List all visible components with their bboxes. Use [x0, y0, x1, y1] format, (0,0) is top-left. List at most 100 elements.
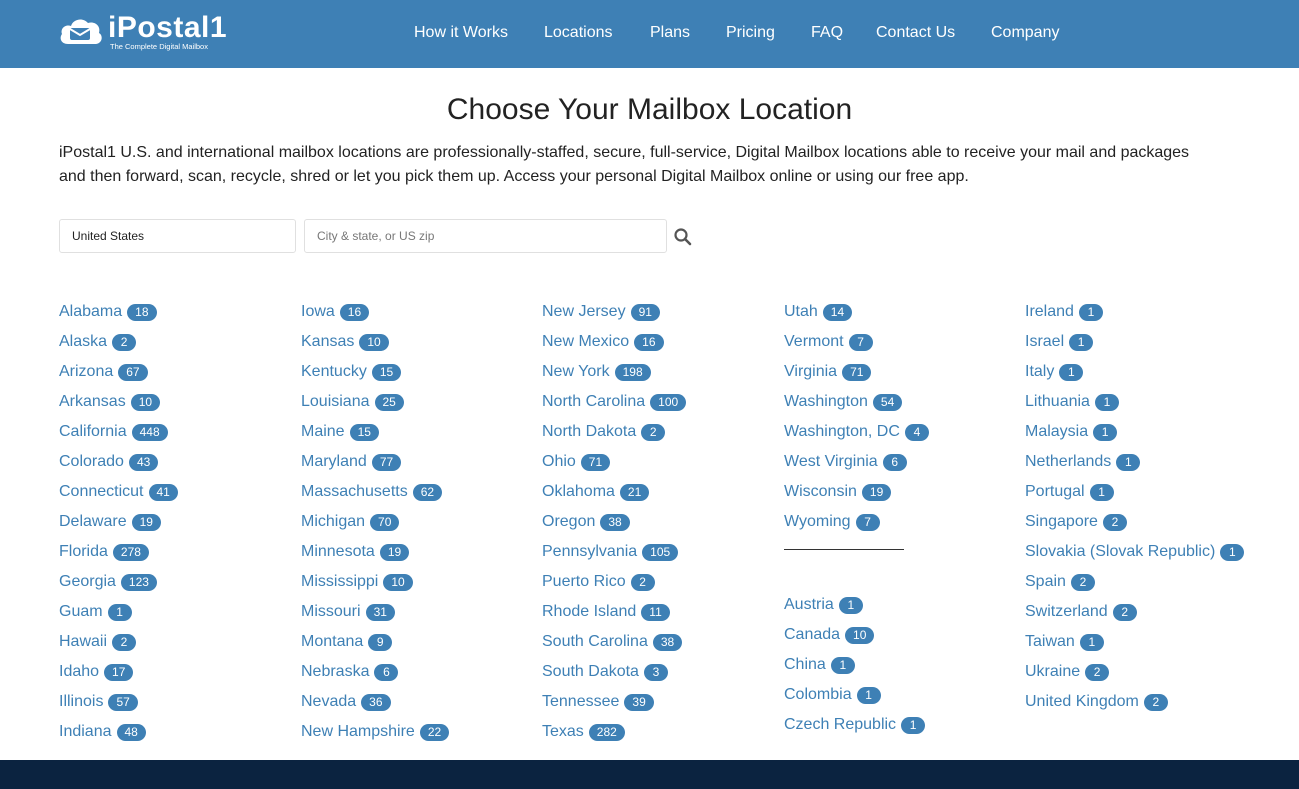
location-link[interactable]: Slovakia (Slovak Republic) 1	[1025, 537, 1245, 567]
nav-faq[interactable]: FAQ	[811, 23, 843, 43]
location-name: Mississippi	[301, 573, 379, 590]
location-count-badge: 1	[1078, 303, 1103, 321]
location-link[interactable]: Maine 15	[301, 417, 449, 447]
location-link[interactable]: Kentucky 15	[301, 357, 449, 387]
location-search-input[interactable]	[304, 219, 667, 253]
location-link[interactable]: Portugal 1	[1025, 477, 1244, 507]
nav-plans[interactable]: Plans	[650, 23, 690, 43]
location-link[interactable]: Canada 10	[784, 620, 929, 650]
location-count-badge: 2	[1102, 513, 1127, 531]
location-link[interactable]: China 1	[784, 650, 929, 680]
location-link[interactable]: Wyoming 7	[784, 507, 929, 537]
location-link[interactable]: Oregon 38	[542, 507, 686, 537]
location-count-badge: 100	[650, 393, 687, 411]
location-link[interactable]: Netherlands 1	[1025, 447, 1244, 477]
location-link[interactable]: Indiana 48	[59, 717, 178, 747]
location-link[interactable]: Hawaii 2	[59, 627, 178, 657]
location-link[interactable]: Illinois 57	[59, 687, 178, 717]
location-name: Arkansas	[59, 393, 126, 410]
location-link[interactable]: Arizona 67	[59, 357, 178, 387]
location-link[interactable]: New Mexico 16	[542, 327, 686, 357]
location-link[interactable]: Virginia 71	[784, 357, 929, 387]
location-link[interactable]: West Virginia 6	[784, 447, 929, 477]
location-link[interactable]: Utah 14	[784, 297, 929, 327]
location-link[interactable]: Florida 278	[59, 537, 178, 567]
location-link[interactable]: Alaska 2	[59, 327, 178, 357]
search-icon[interactable]	[673, 227, 693, 247]
location-count-badge: 10	[359, 333, 389, 351]
location-link[interactable]: Oklahoma 21	[542, 477, 686, 507]
location-link[interactable]: Pennsylvania 105	[542, 537, 686, 567]
location-name: Illinois	[59, 693, 104, 710]
location-link[interactable]: Puerto Rico 2	[542, 567, 686, 597]
location-link[interactable]: Ohio 71	[542, 447, 686, 477]
nav-locations[interactable]: Locations	[544, 23, 613, 43]
location-link[interactable]: New York 198	[542, 357, 686, 387]
location-link[interactable]: Texas 282	[542, 717, 686, 747]
location-link[interactable]: Austria 1	[784, 590, 929, 620]
location-count-badge: 48	[116, 723, 146, 741]
location-link[interactable]: Connecticut 41	[59, 477, 178, 507]
location-link[interactable]: Tennessee 39	[542, 687, 686, 717]
location-link[interactable]: Missouri 31	[301, 597, 449, 627]
location-link[interactable]: Ireland 1	[1025, 297, 1244, 327]
location-link[interactable]: California 448	[59, 417, 178, 447]
location-link[interactable]: Vermont 7	[784, 327, 929, 357]
location-link[interactable]: Nevada 36	[301, 687, 449, 717]
location-count-badge: 2	[1070, 573, 1095, 591]
location-count-badge: 71	[580, 453, 611, 471]
nav-pricing[interactable]: Pricing	[726, 23, 775, 43]
location-link[interactable]: South Dakota 3	[542, 657, 686, 687]
location-link[interactable]: Lithuania 1	[1025, 387, 1244, 417]
location-link[interactable]: Arkansas 10	[59, 387, 178, 417]
location-link[interactable]: Italy 1	[1025, 357, 1244, 387]
location-count-badge: 123	[120, 573, 157, 591]
location-link[interactable]: Minnesota 19	[301, 537, 449, 567]
location-link[interactable]: New Hampshire 22	[301, 717, 450, 747]
location-link[interactable]: Spain 2	[1025, 567, 1244, 597]
country-select[interactable]: United States	[59, 219, 296, 253]
location-link[interactable]: New Jersey 91	[542, 297, 686, 327]
location-link[interactable]: Israel 1	[1025, 327, 1244, 357]
location-link[interactable]: Montana 9	[301, 627, 449, 657]
location-name: California	[59, 423, 127, 440]
location-link[interactable]: United Kingdom 2	[1025, 687, 1244, 717]
location-name: New Mexico	[542, 333, 630, 350]
location-link[interactable]: Mississippi 10	[301, 567, 449, 597]
location-link[interactable]: Malaysia 1	[1025, 417, 1244, 447]
location-link[interactable]: Louisiana 25	[301, 387, 449, 417]
location-link[interactable]: Guam 1	[59, 597, 178, 627]
location-link[interactable]: Rhode Island 11	[542, 597, 686, 627]
location-link[interactable]: Ukraine 2	[1025, 657, 1244, 687]
location-link[interactable]: Maryland 77	[301, 447, 449, 477]
location-link[interactable]: North Carolina 100	[542, 387, 687, 417]
location-link[interactable]: Taiwan 1	[1025, 627, 1244, 657]
location-link[interactable]: Switzerland 2	[1025, 597, 1244, 627]
location-link[interactable]: Georgia 123	[59, 567, 178, 597]
location-link[interactable]: Wisconsin 19	[784, 477, 929, 507]
nav-company[interactable]: Company	[991, 23, 1059, 43]
location-link[interactable]: Iowa 16	[301, 297, 449, 327]
location-link[interactable]: Nebraska 6	[301, 657, 449, 687]
nav-how-it-works[interactable]: How it Works	[414, 23, 508, 43]
location-link[interactable]: Kansas 10	[301, 327, 449, 357]
location-link[interactable]: Delaware 19	[59, 507, 178, 537]
location-count-badge: 1	[1059, 363, 1084, 381]
location-link[interactable]: Washington 54	[784, 387, 929, 417]
location-link[interactable]: Colombia 1	[784, 680, 929, 710]
location-link[interactable]: Colorado 43	[59, 447, 178, 477]
location-link[interactable]: Massachusetts 62	[301, 477, 449, 507]
location-link[interactable]: Michigan 70	[301, 507, 449, 537]
location-link[interactable]: Czech Republic 1	[784, 710, 929, 740]
location-link[interactable]: Idaho 17	[59, 657, 178, 687]
location-name: Arizona	[59, 363, 114, 380]
location-link[interactable]: Alabama 18	[59, 297, 178, 327]
location-link[interactable]: North Dakota 2	[542, 417, 686, 447]
location-count-badge: 62	[412, 483, 443, 501]
location-name: Ireland	[1025, 303, 1074, 320]
location-link[interactable]: South Carolina 38	[542, 627, 686, 657]
nav-contact-us[interactable]: Contact Us	[876, 23, 955, 43]
location-link[interactable]: Washington, DC 4	[784, 417, 929, 447]
location-name: Kansas	[301, 333, 355, 350]
location-link[interactable]: Singapore 2	[1025, 507, 1244, 537]
